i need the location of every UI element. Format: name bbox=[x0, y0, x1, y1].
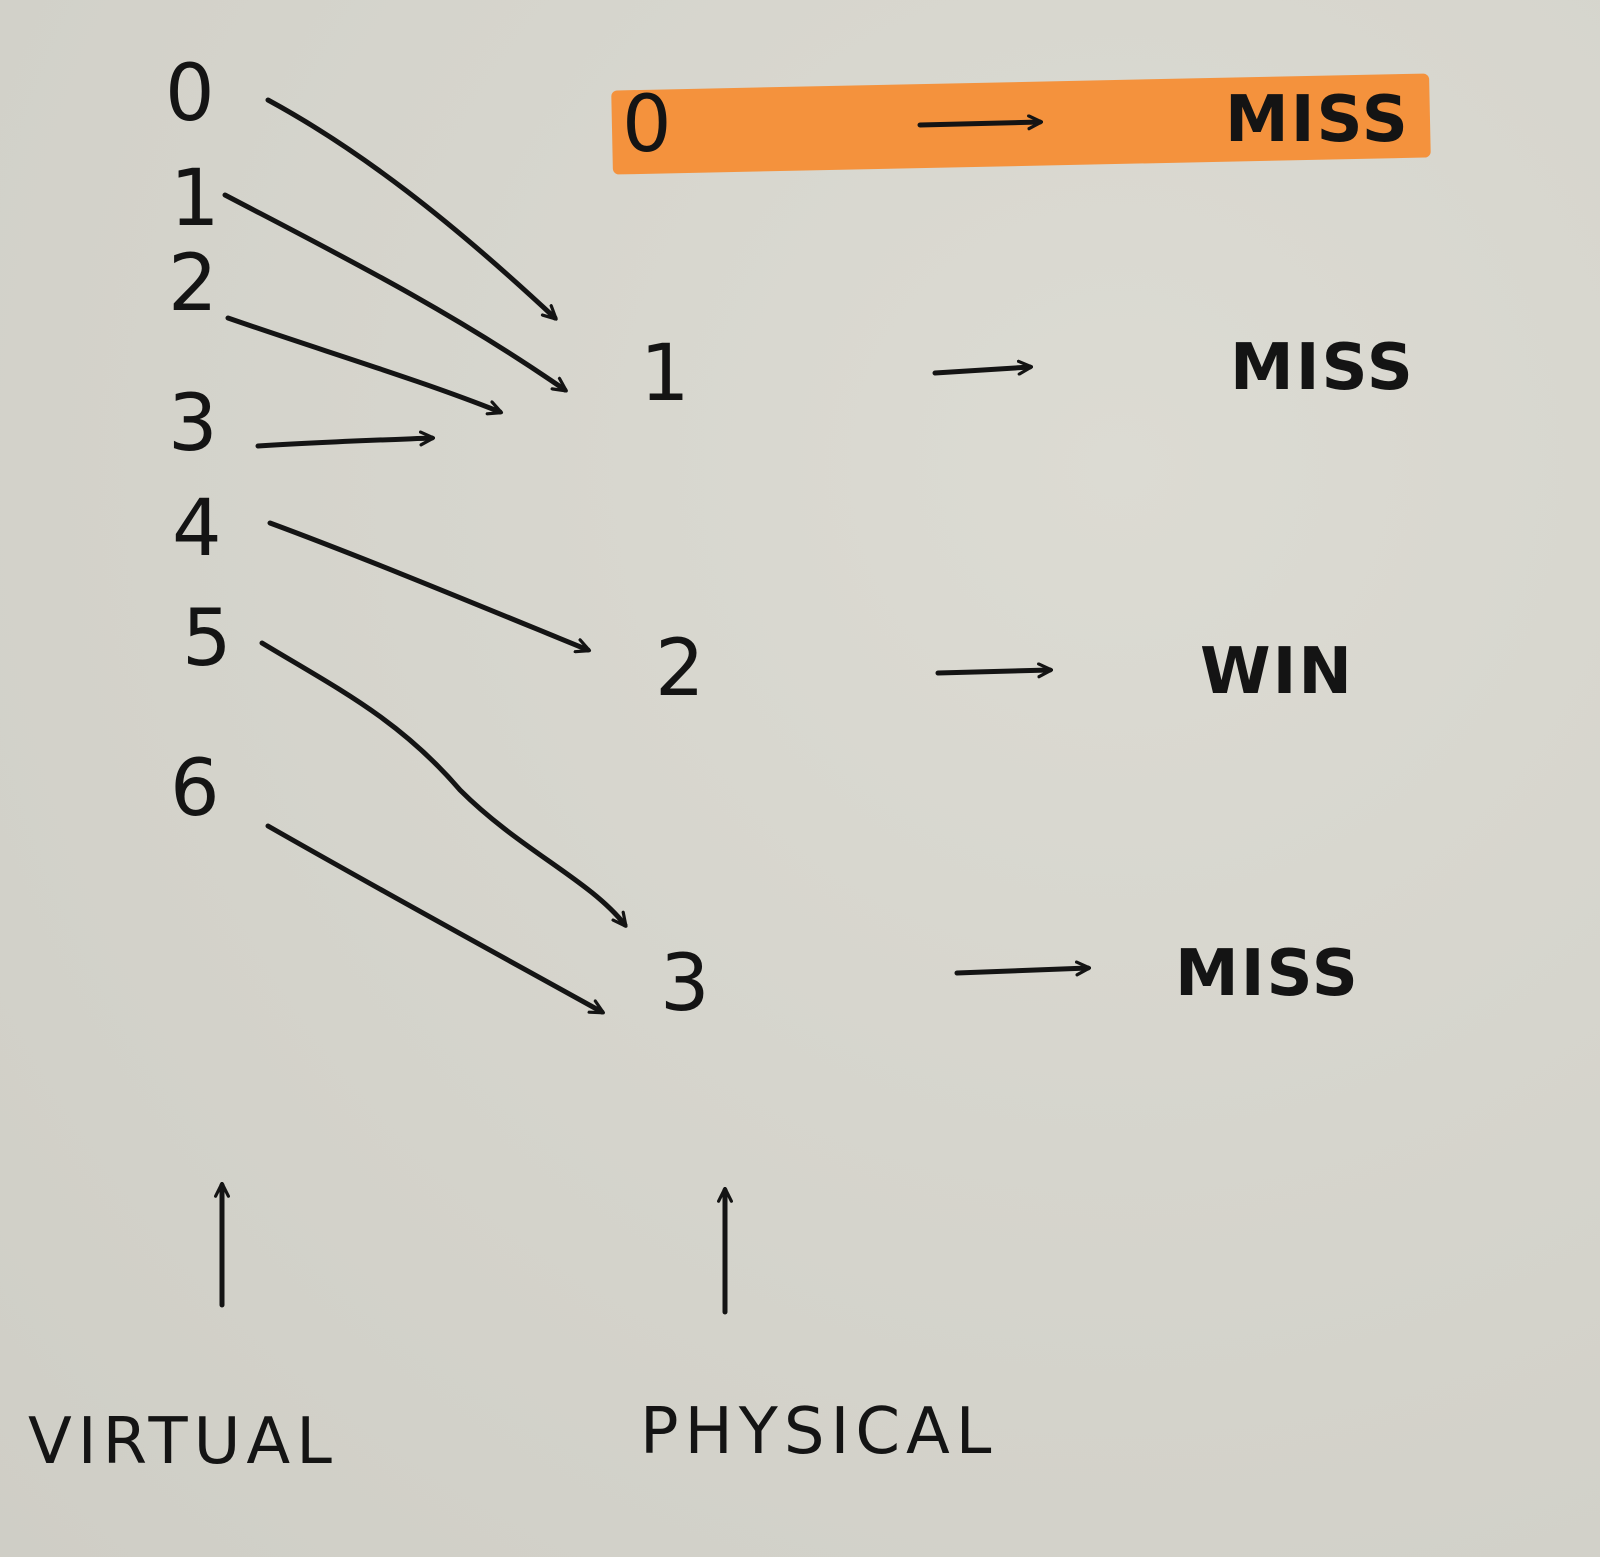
physical-page-2: 2 bbox=[655, 624, 705, 714]
paper-sheet: 0 1 2 3 4 5 6 0 1 2 3 MISS MISS WIN MISS… bbox=[0, 0, 1600, 1557]
arrow-v6-p3 bbox=[265, 823, 605, 1015]
virtual-page-1: 1 bbox=[170, 154, 220, 244]
physical-page-3: 3 bbox=[660, 939, 710, 1029]
arrow-v2-p1 bbox=[225, 315, 504, 416]
virtual-page-0: 0 bbox=[165, 49, 215, 139]
result-1: MISS bbox=[1230, 331, 1415, 405]
label-physical: PHYSICAL bbox=[640, 1395, 998, 1469]
physical-page-1: 1 bbox=[640, 329, 690, 419]
virtual-page-5: 5 bbox=[182, 594, 232, 684]
arrow-v4-p2 bbox=[267, 520, 592, 654]
result-2: WIN bbox=[1200, 635, 1354, 709]
arrow-v0-p1 bbox=[265, 97, 558, 321]
result-0: MISS bbox=[1225, 83, 1410, 157]
arrow-v5-p3 bbox=[259, 640, 628, 928]
arrow-p1-result bbox=[932, 359, 1034, 376]
virtual-page-2: 2 bbox=[168, 239, 218, 329]
virtual-page-6: 6 bbox=[170, 744, 220, 834]
arrow-v1-p1 bbox=[222, 192, 568, 393]
arrow-p0-result bbox=[917, 114, 1044, 131]
mapping-arrows bbox=[214, 97, 1092, 1315]
virtual-page-4: 4 bbox=[172, 484, 222, 574]
virtual-page-3: 3 bbox=[168, 379, 218, 469]
arrow-v3-p1 bbox=[255, 430, 436, 449]
label-virtual: VIRTUAL bbox=[28, 1405, 338, 1479]
physical-page-0: 0 bbox=[622, 80, 672, 170]
arrow-p3-result bbox=[954, 960, 1092, 977]
arrow-p2-result bbox=[935, 662, 1054, 679]
result-3: MISS bbox=[1175, 937, 1360, 1011]
